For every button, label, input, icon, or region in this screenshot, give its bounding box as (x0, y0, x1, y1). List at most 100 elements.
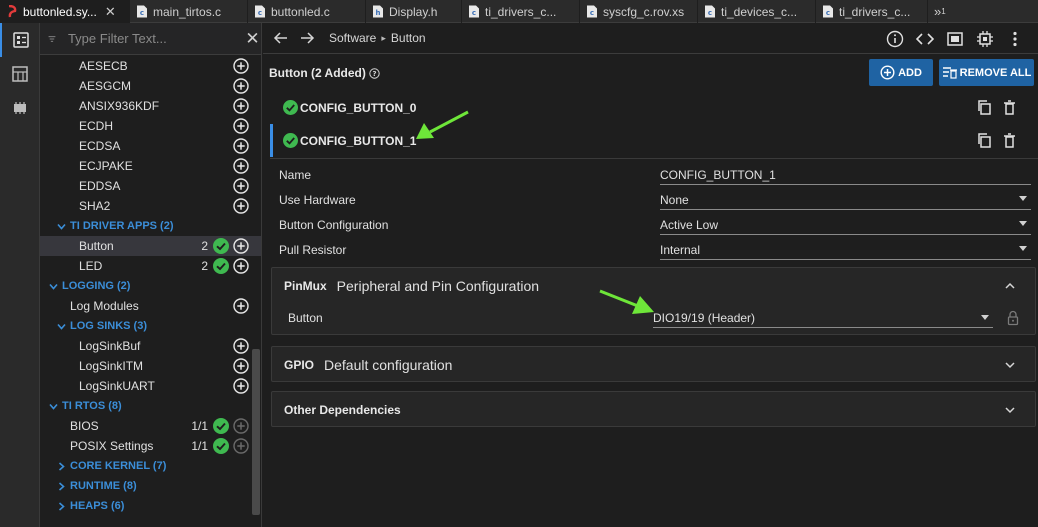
tree-item[interactable]: SHA2 (40, 196, 261, 216)
memory-button[interactable] (946, 30, 964, 48)
tree-item[interactable]: AESECB (40, 56, 261, 76)
info-button[interactable] (886, 30, 904, 48)
tree-category[interactable]: CORE KERNEL (7) (40, 456, 261, 476)
add-circle-icon[interactable] (233, 118, 249, 134)
chevron-right-icon[interactable] (54, 481, 68, 491)
filter-input[interactable] (67, 31, 244, 46)
gpio-section-header[interactable]: GPIO Default configuration (272, 347, 1035, 383)
tab-3[interactable]: h Display.h (366, 0, 462, 23)
chevron-down-icon[interactable] (54, 222, 68, 231)
tab-4[interactable]: c ti_drivers_c... (462, 0, 580, 23)
other-dependencies-section[interactable]: Other Dependencies (271, 391, 1036, 427)
software-view-button[interactable] (0, 23, 40, 57)
chevron-right-icon[interactable] (54, 501, 68, 511)
close-tab-icon[interactable]: ✕ (105, 4, 116, 20)
tree-item[interactable]: ECDSA (40, 136, 261, 156)
tree-item-label: Button (79, 239, 114, 253)
copy-icon[interactable] (976, 132, 993, 149)
breadcrumb-button[interactable]: Button (391, 31, 426, 45)
breadcrumb-software[interactable]: Software (329, 31, 376, 45)
add-circle-icon[interactable] (233, 78, 249, 94)
tab-1[interactable]: c main_tirtos.c (130, 0, 248, 23)
add-button[interactable]: ADD (869, 59, 933, 86)
chevron-down-icon[interactable] (1005, 405, 1015, 415)
tree-category[interactable]: RUNTIME (8) (40, 476, 261, 496)
add-circle-icon[interactable] (233, 138, 249, 154)
device-button[interactable] (976, 30, 994, 48)
add-circle-icon[interactable] (233, 58, 249, 74)
tab-7[interactable]: c ti_drivers_c... (816, 0, 928, 23)
tree-item[interactable]: ANSIX936KDF (40, 96, 261, 116)
add-circle-icon[interactable] (233, 238, 249, 254)
tree-item[interactable]: LogSinkITM (40, 356, 261, 376)
tree-category[interactable]: HEAPS (6) (40, 496, 261, 516)
tree-category[interactable]: TI RTOS (8) (40, 396, 261, 416)
help-icon[interactable]: ? (369, 67, 380, 79)
tree-item[interactable]: POSIX Settings 1/1 (40, 436, 261, 456)
button-configuration-select[interactable]: Active Low (660, 215, 1031, 235)
tree-item[interactable]: ECDH (40, 116, 261, 136)
add-circle-icon[interactable] (233, 258, 249, 274)
instance-row-selected[interactable]: CONFIG_BUTTON_1 (270, 124, 1038, 157)
instance-row[interactable]: CONFIG_BUTTON_0 (270, 91, 1038, 124)
add-circle-icon[interactable] (233, 338, 249, 354)
add-circle-icon[interactable] (233, 178, 249, 194)
tab-5[interactable]: c syscfg_c.rov.xs (580, 0, 698, 23)
tree-item-actions (233, 96, 249, 116)
add-circle-icon[interactable] (233, 358, 249, 374)
tree-item[interactable]: LED 2 (40, 256, 261, 276)
memory-view-button[interactable] (0, 91, 40, 125)
tab-0[interactable]: buttonled.sy... ✕ (0, 0, 130, 23)
remove-all-button[interactable]: REMOVE ALL (939, 59, 1034, 86)
board-view-button[interactable] (0, 57, 40, 91)
tree-item[interactable]: EDDSA (40, 176, 261, 196)
check-circle-icon (213, 258, 229, 274)
lock-button[interactable] (1006, 310, 1020, 326)
tree-scrollbar[interactable] (252, 349, 260, 515)
name-field[interactable]: CONFIG_BUTTON_1 (660, 165, 1031, 185)
add-circle-icon[interactable] (233, 298, 249, 314)
pinmux-section-header[interactable]: PinMux Peripheral and Pin Configuration (272, 268, 1035, 304)
chevron-up-icon[interactable] (1005, 281, 1015, 291)
add-circle-icon[interactable] (233, 378, 249, 394)
code-view-button[interactable] (916, 30, 934, 48)
property-label: Pull Resistor (279, 243, 347, 257)
tab-2[interactable]: c buttonled.c (248, 0, 366, 23)
tab-6[interactable]: c ti_devices_c... (698, 0, 816, 23)
tab-overflow-button[interactable]: » 1 (928, 0, 952, 23)
tree-category[interactable]: LOGGING (2) (40, 276, 261, 296)
tree-item[interactable]: Log Modules (40, 296, 261, 316)
tree-item[interactable]: LogSinkBuf (40, 336, 261, 356)
add-circle-icon[interactable] (233, 198, 249, 214)
tree-item-label: ANSIX936KDF (79, 99, 160, 113)
tree-category[interactable]: LOG SINKS (3) (40, 316, 261, 336)
chevron-down-icon[interactable] (54, 322, 68, 331)
delete-icon[interactable] (1001, 132, 1018, 149)
tree-item[interactable]: AESGCM (40, 76, 261, 96)
tree-item[interactable]: Button 2 (40, 236, 261, 256)
pin-select[interactable]: DIO19/19 (Header) (653, 308, 993, 328)
chevron-down-icon[interactable] (46, 282, 60, 291)
use-hardware-select[interactable]: None (660, 190, 1031, 210)
add-circle-icon[interactable] (233, 98, 249, 114)
back-button[interactable] (273, 30, 289, 46)
clear-filter-icon[interactable]: ✕ (244, 29, 261, 49)
property-label: Use Hardware (279, 193, 356, 207)
copy-icon[interactable] (976, 99, 993, 116)
delete-icon[interactable] (1001, 99, 1018, 116)
tree-item[interactable]: LogSinkUART (40, 376, 261, 396)
other-dependencies-header[interactable]: Other Dependencies (272, 392, 1035, 428)
tree-item[interactable]: ECJPAKE (40, 156, 261, 176)
add-circle-icon[interactable] (233, 158, 249, 174)
tree-item[interactable]: BIOS 1/1 (40, 416, 261, 436)
tree-item-actions: 2 (201, 256, 249, 276)
pull-resistor-select[interactable]: Internal (660, 240, 1031, 260)
more-button[interactable] (1006, 30, 1024, 48)
chevron-down-icon[interactable] (1005, 360, 1015, 370)
tab-label: buttonled.c (271, 4, 330, 19)
tree-category[interactable]: TI DRIVER APPS (2) (40, 216, 261, 236)
chevron-down-icon[interactable] (46, 402, 60, 411)
gpio-section[interactable]: GPIO Default configuration (271, 346, 1036, 382)
chevron-right-icon[interactable] (54, 461, 68, 471)
forward-button[interactable] (299, 30, 315, 46)
